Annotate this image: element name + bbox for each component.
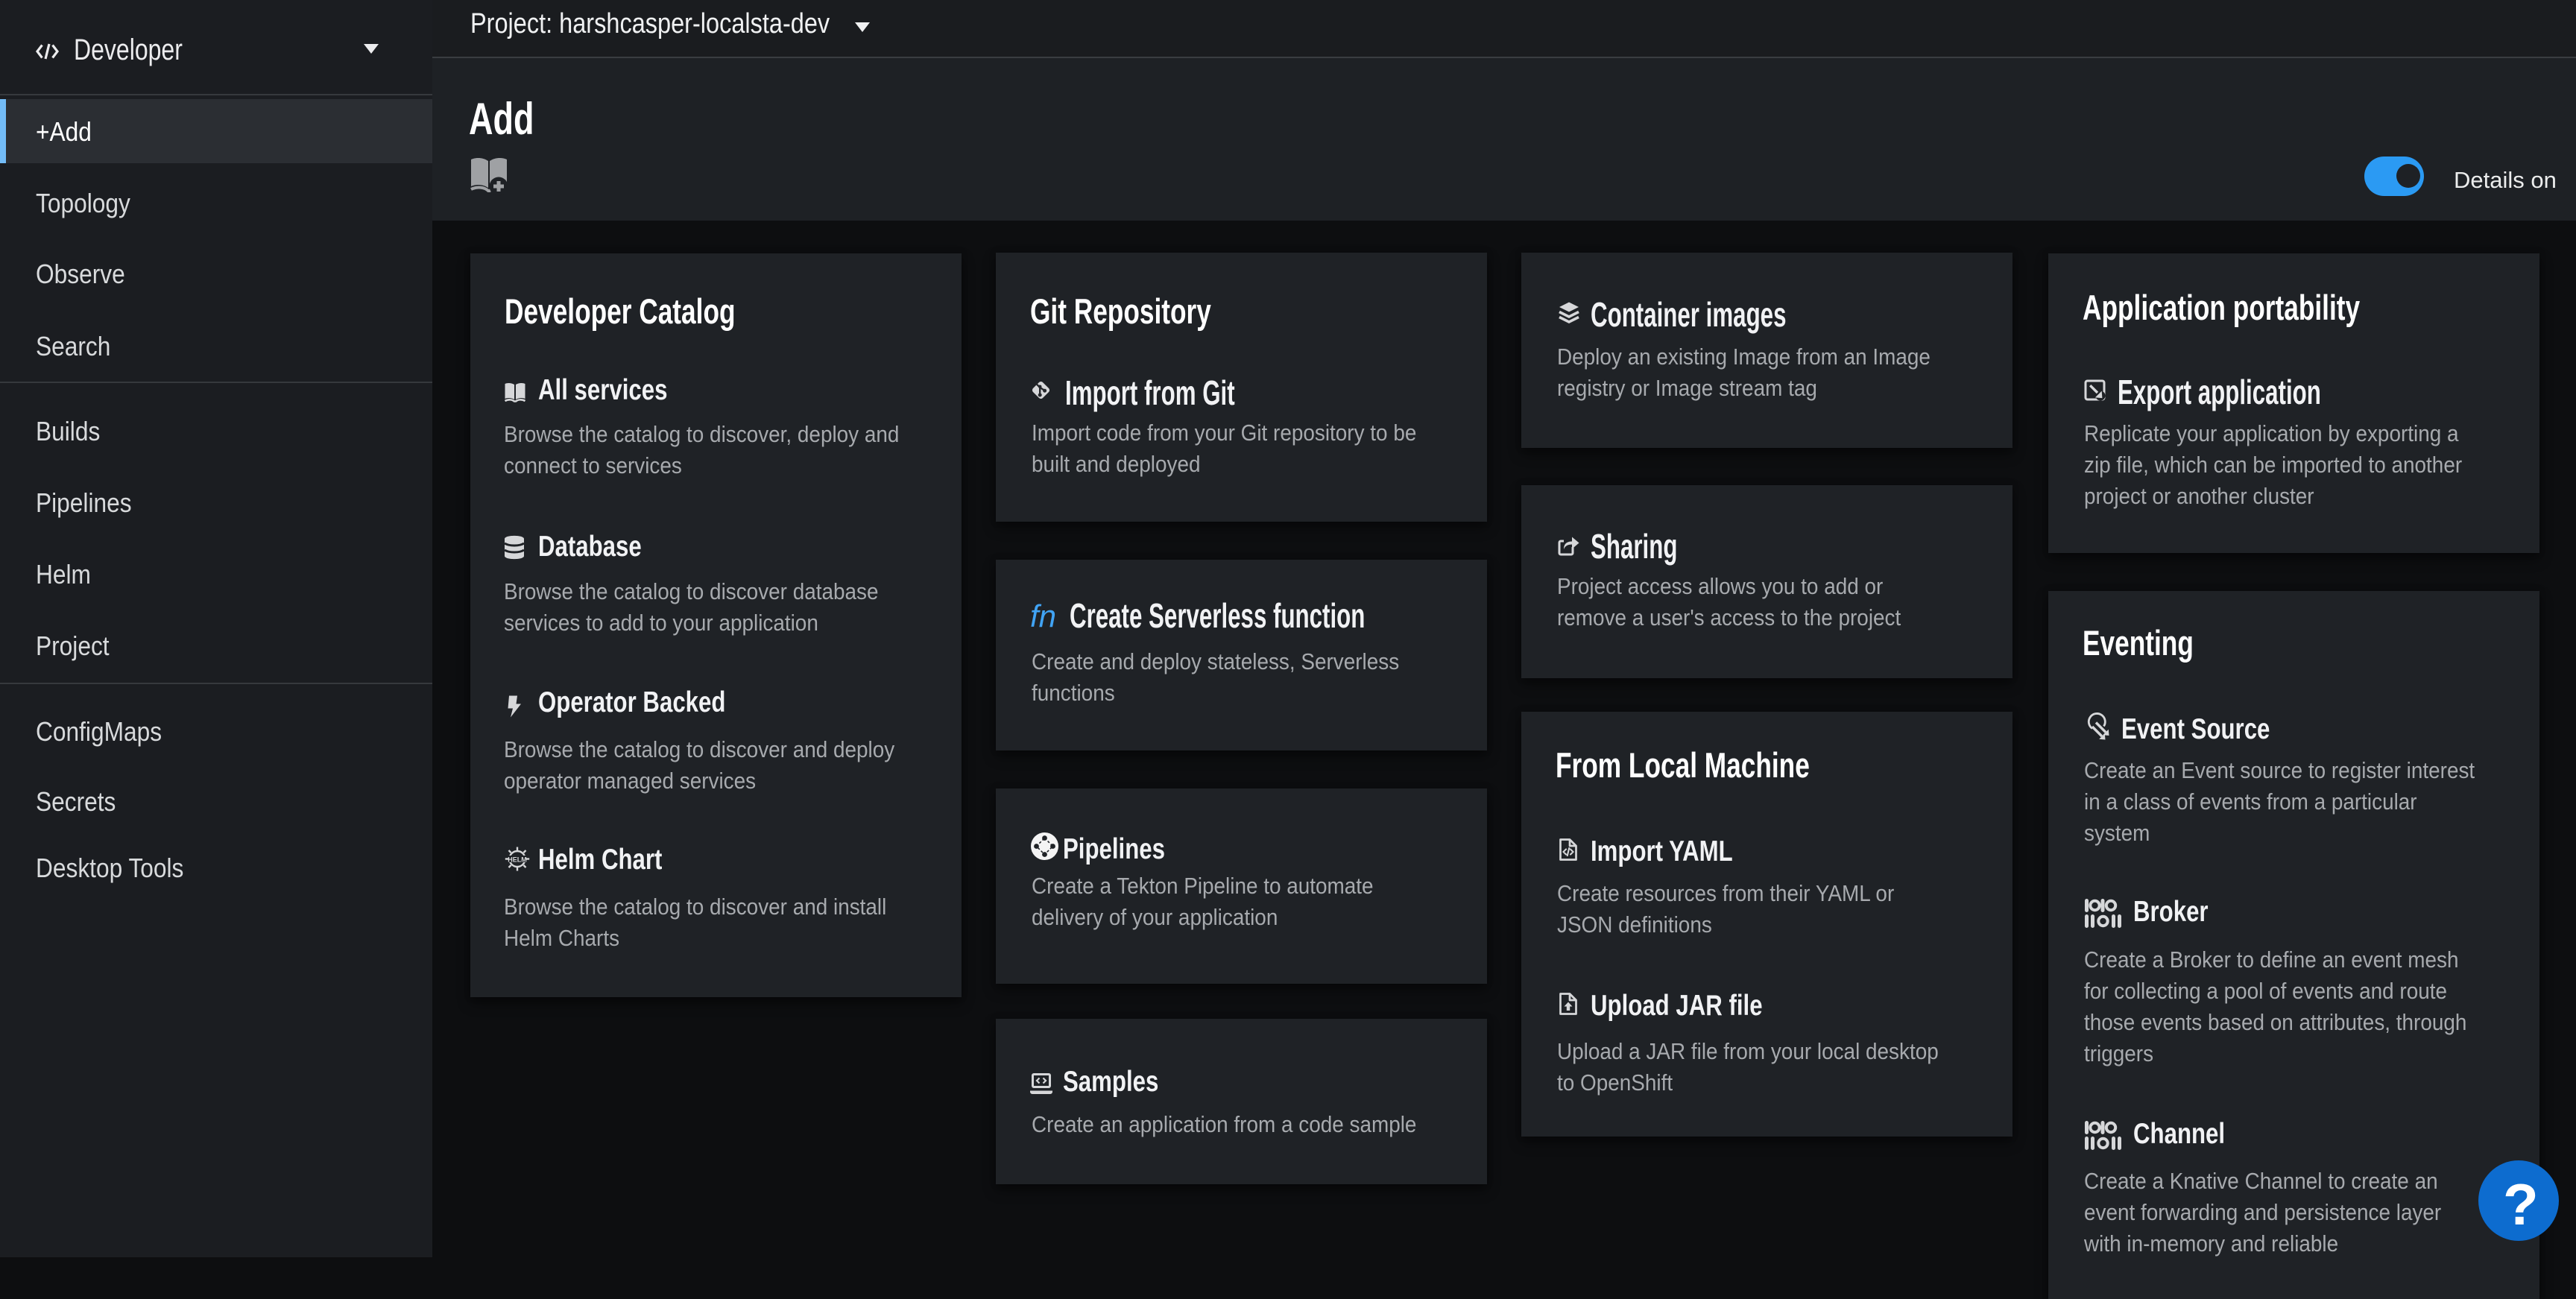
svg-text:HELM: HELM [508,856,527,864]
